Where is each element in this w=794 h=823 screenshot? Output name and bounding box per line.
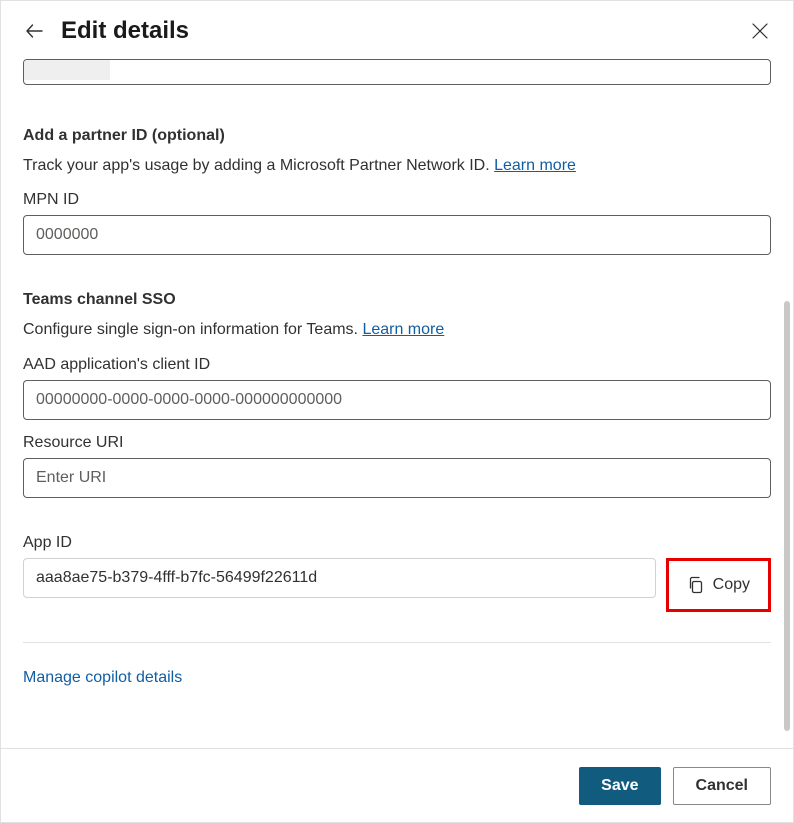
mpn-id-label: MPN ID: [23, 191, 771, 209]
arrow-left-icon: [24, 21, 44, 41]
copy-button-label: Copy: [713, 576, 750, 594]
aad-client-id-input[interactable]: [23, 380, 771, 420]
save-button[interactable]: Save: [579, 767, 660, 805]
sso-description: Configure single sign-on information for…: [23, 319, 771, 341]
mpn-id-input[interactable]: [23, 215, 771, 255]
scrollbar-thumb[interactable]: [784, 301, 790, 731]
resource-uri-label: Resource URI: [23, 434, 771, 452]
aad-client-id-label: AAD application's client ID: [23, 356, 771, 374]
manage-copilot-details-link[interactable]: Manage copilot details: [23, 669, 182, 687]
divider: [23, 642, 771, 643]
panel-title: Edit details: [61, 17, 749, 45]
copy-button[interactable]: Copy: [671, 563, 766, 607]
footer: Save Cancel: [1, 748, 793, 822]
partner-learn-more-link[interactable]: Learn more: [494, 157, 576, 174]
close-button[interactable]: [749, 20, 771, 42]
partner-heading: Add a partner ID (optional): [23, 127, 771, 145]
copy-icon: [687, 576, 705, 594]
back-button[interactable]: [23, 20, 45, 42]
close-icon: [751, 22, 769, 40]
cancel-button[interactable]: Cancel: [673, 767, 771, 805]
truncated-field[interactable]: [23, 59, 771, 85]
sso-learn-more-link[interactable]: Learn more: [362, 321, 444, 338]
copy-highlight: Copy: [666, 558, 771, 612]
app-id-label: App ID: [23, 534, 771, 552]
sso-heading: Teams channel SSO: [23, 291, 771, 309]
app-id-value[interactable]: aaa8ae75-b379-4fff-b7fc-56499f22611d: [23, 558, 656, 598]
resource-uri-input[interactable]: [23, 458, 771, 498]
partner-description: Track your app's usage by adding a Micro…: [23, 155, 771, 177]
